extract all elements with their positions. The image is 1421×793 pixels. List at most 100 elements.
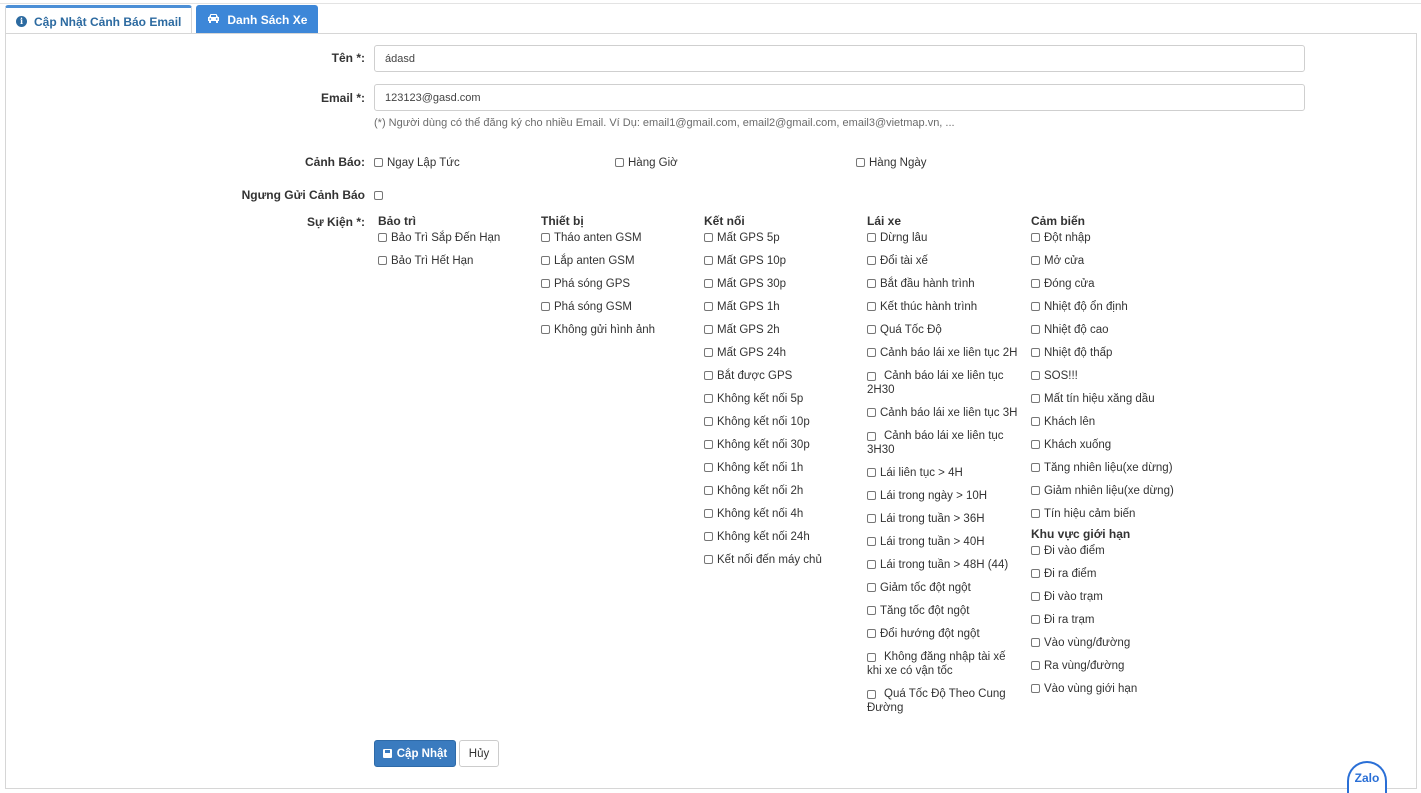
- checkbox[interactable]: [541, 233, 550, 242]
- event-option[interactable]: Không kết nối 2h: [704, 484, 864, 498]
- event-option[interactable]: Quá Tốc Độ Theo Cung Đường: [867, 687, 1022, 715]
- checkbox[interactable]: [867, 491, 876, 500]
- event-option[interactable]: Đổi hướng đột ngột: [867, 627, 1022, 641]
- event-option[interactable]: Ra vùng/đường: [1031, 659, 1201, 673]
- event-option[interactable]: Không kết nối 30p: [704, 438, 864, 452]
- checkbox[interactable]: [704, 256, 713, 265]
- event-option[interactable]: Tăng nhiên liệu(xe dừng): [1031, 461, 1201, 475]
- event-option[interactable]: Lắp anten GSM: [541, 254, 701, 268]
- event-option[interactable]: Bắt đầu hành trình: [867, 277, 1022, 291]
- event-option[interactable]: Không kết nối 10p: [704, 415, 864, 429]
- checkbox[interactable]: [704, 440, 713, 449]
- checkbox[interactable]: [541, 302, 550, 311]
- event-option[interactable]: Lái trong tuần > 36H: [867, 512, 1022, 526]
- checkbox[interactable]: [1031, 440, 1040, 449]
- checkbox[interactable]: [704, 463, 713, 472]
- event-option[interactable]: Mất tín hiệu xăng dầu: [1031, 392, 1201, 406]
- event-option[interactable]: Đóng cửa: [1031, 277, 1201, 291]
- event-option[interactable]: Tháo anten GSM: [541, 231, 701, 245]
- event-option[interactable]: Cảnh báo lái xe liên tục 3H: [867, 406, 1022, 420]
- event-option[interactable]: Bắt được GPS: [704, 369, 864, 383]
- checkbox[interactable]: [378, 233, 387, 242]
- event-option[interactable]: Không đăng nhập tài xế khi xe có vận tốc: [867, 650, 1022, 678]
- checkbox[interactable]: [704, 532, 713, 541]
- event-option[interactable]: Đột nhập: [1031, 231, 1201, 245]
- checkbox[interactable]: [856, 158, 865, 167]
- event-option[interactable]: Phá sóng GSM: [541, 300, 701, 314]
- checkbox[interactable]: [1031, 615, 1040, 624]
- alert-option-immediate[interactable]: Ngay Lập Tức: [374, 156, 460, 170]
- checkbox[interactable]: [704, 509, 713, 518]
- checkbox[interactable]: [1031, 417, 1040, 426]
- checkbox[interactable]: [867, 325, 876, 334]
- tab-vehicle-list[interactable]: Danh Sách Xe: [196, 5, 319, 34]
- checkbox[interactable]: [1031, 684, 1040, 693]
- tab-update-email-alert[interactable]: i Cập Nhật Cảnh Báo Email: [5, 5, 193, 35]
- event-option[interactable]: Lái trong tuần > 40H: [867, 535, 1022, 549]
- checkbox[interactable]: [1031, 569, 1040, 578]
- event-option[interactable]: Bảo Trì Sắp Đến Hạn: [378, 231, 538, 245]
- event-option[interactable]: Mất GPS 30p: [704, 277, 864, 291]
- event-option[interactable]: Mất GPS 24h: [704, 346, 864, 360]
- checkbox[interactable]: [704, 233, 713, 242]
- event-option[interactable]: Lái trong ngày > 10H: [867, 489, 1022, 503]
- checkbox[interactable]: [867, 256, 876, 265]
- stop-alert-checkbox[interactable]: [374, 191, 383, 200]
- checkbox[interactable]: [867, 468, 876, 477]
- checkbox[interactable]: [704, 279, 713, 288]
- checkbox[interactable]: [867, 514, 876, 523]
- checkbox[interactable]: [704, 486, 713, 495]
- checkbox[interactable]: [378, 256, 387, 265]
- event-option[interactable]: Cảnh báo lái xe liên tục 2H: [867, 346, 1022, 360]
- checkbox[interactable]: [1031, 371, 1040, 380]
- event-option[interactable]: Khách lên: [1031, 415, 1201, 429]
- event-option[interactable]: Kết thúc hành trình: [867, 300, 1022, 314]
- checkbox[interactable]: [867, 629, 876, 638]
- checkbox[interactable]: [704, 371, 713, 380]
- event-option[interactable]: SOS!!!: [1031, 369, 1201, 383]
- event-option[interactable]: Không kết nối 5p: [704, 392, 864, 406]
- checkbox[interactable]: [1031, 509, 1040, 518]
- event-option[interactable]: Không kết nối 24h: [704, 530, 864, 544]
- checkbox[interactable]: [374, 158, 383, 167]
- checkbox[interactable]: [867, 408, 876, 417]
- event-option[interactable]: Không kết nối 1h: [704, 461, 864, 475]
- event-option[interactable]: Mở cửa: [1031, 254, 1201, 268]
- email-input[interactable]: [374, 84, 1305, 111]
- checkbox[interactable]: [867, 690, 876, 700]
- event-option[interactable]: Tín hiệu cảm biến: [1031, 507, 1201, 521]
- checkbox[interactable]: [867, 583, 876, 592]
- cancel-button[interactable]: Hủy: [459, 740, 499, 767]
- event-option[interactable]: Dừng lâu: [867, 231, 1022, 245]
- checkbox[interactable]: [1031, 394, 1040, 403]
- checkbox[interactable]: [541, 256, 550, 265]
- event-option[interactable]: Đi vào trạm: [1031, 590, 1201, 604]
- event-option[interactable]: Giảm tốc đột ngột: [867, 581, 1022, 595]
- update-button[interactable]: Cập Nhật: [374, 740, 456, 767]
- checkbox[interactable]: [867, 537, 876, 546]
- event-option[interactable]: Phá sóng GPS: [541, 277, 701, 291]
- checkbox[interactable]: [1031, 256, 1040, 265]
- checkbox[interactable]: [867, 606, 876, 615]
- event-option[interactable]: Đi ra trạm: [1031, 613, 1201, 627]
- event-option[interactable]: Cảnh báo lái xe liên tục 3H30: [867, 429, 1022, 457]
- event-option[interactable]: Khách xuống: [1031, 438, 1201, 452]
- event-option[interactable]: Cảnh báo lái xe liên tục 2H30: [867, 369, 1022, 397]
- checkbox[interactable]: [1031, 638, 1040, 647]
- checkbox[interactable]: [615, 158, 624, 167]
- checkbox[interactable]: [867, 302, 876, 311]
- checkbox[interactable]: [867, 348, 876, 357]
- event-option[interactable]: Nhiệt độ ổn định: [1031, 300, 1201, 314]
- name-input[interactable]: [374, 45, 1305, 72]
- checkbox[interactable]: [867, 233, 876, 242]
- event-option[interactable]: Mất GPS 2h: [704, 323, 864, 337]
- event-option[interactable]: Không kết nối 4h: [704, 507, 864, 521]
- checkbox[interactable]: [867, 279, 876, 288]
- checkbox[interactable]: [704, 302, 713, 311]
- event-option[interactable]: Vào vùng/đường: [1031, 636, 1201, 650]
- checkbox[interactable]: [867, 432, 876, 442]
- event-option[interactable]: Mất GPS 1h: [704, 300, 864, 314]
- event-option[interactable]: Vào vùng giới hạn: [1031, 682, 1201, 696]
- event-option[interactable]: Tăng tốc đột ngột: [867, 604, 1022, 618]
- event-option[interactable]: Nhiệt độ cao: [1031, 323, 1201, 337]
